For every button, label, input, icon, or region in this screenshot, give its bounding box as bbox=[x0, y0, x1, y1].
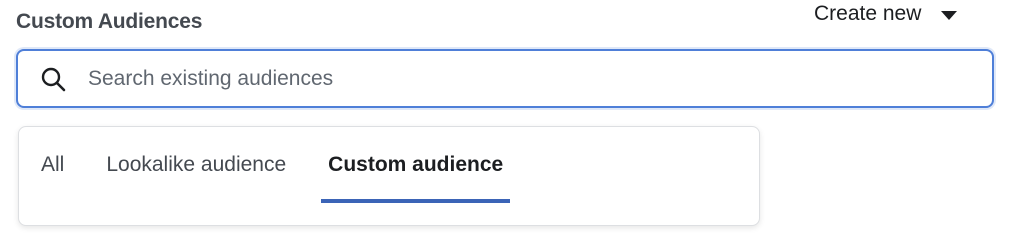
create-new-button[interactable]: Create new bbox=[814, 2, 958, 26]
search-field[interactable] bbox=[16, 49, 994, 108]
tab-custom-audience-label: Custom audience bbox=[328, 153, 504, 176]
custom-audiences-panel: Custom Audiences Create new All Lookalik… bbox=[0, 0, 1024, 226]
audience-type-tabs-panel: All Lookalike audience Custom audience bbox=[18, 126, 760, 226]
tab-all-label: All bbox=[41, 153, 65, 176]
create-new-label: Create new bbox=[814, 2, 922, 25]
search-input[interactable] bbox=[86, 65, 970, 92]
audience-type-tabs: All Lookalike audience Custom audience bbox=[19, 127, 511, 203]
tab-custom-audience[interactable]: Custom audience bbox=[321, 127, 511, 203]
search-icon bbox=[38, 64, 68, 94]
tab-lookalike-audience-label: Lookalike audience bbox=[106, 153, 287, 176]
tab-lookalike-audience[interactable]: Lookalike audience bbox=[106, 127, 286, 203]
section-title: Custom Audiences bbox=[16, 10, 203, 33]
caret-down-icon bbox=[941, 10, 958, 20]
tab-all[interactable]: All bbox=[41, 127, 64, 203]
